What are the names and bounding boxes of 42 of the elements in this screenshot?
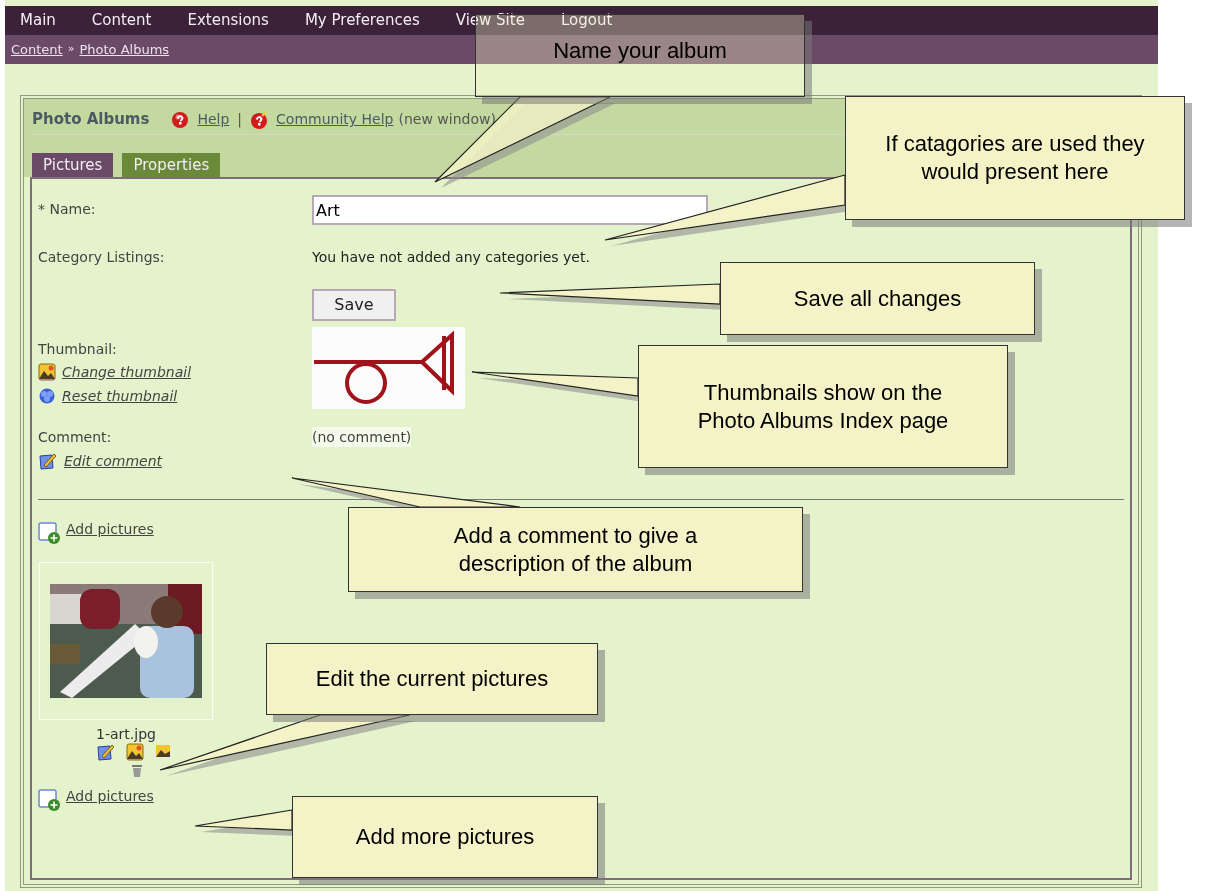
breadcrumb-separator: » [67,41,75,58]
help-link[interactable]: Community Help [276,109,394,130]
breadcrumb-link[interactable]: Content [11,39,63,60]
callout-tooltip: Add more pictures [292,796,598,878]
callout-tooltip: Edit the current pictures [266,643,598,715]
callout-tooltip: Save all changes [720,262,1035,335]
edit-comment-link[interactable]: Edit comment [64,450,163,472]
field-label: * Name: [38,201,96,217]
field-label: Thumbnail: [38,340,117,359]
panel-title: Photo Albums [32,109,150,131]
menu-item[interactable]: Main [20,9,56,32]
reset-icon [38,387,56,405]
tab[interactable]: Pictures [32,153,114,177]
name-field[interactable]: Art [312,195,708,225]
field-label: Category Listings: [38,249,165,265]
add-pictures-link[interactable]: Add pictures [66,518,154,540]
menu-item[interactable]: Logout [560,9,613,32]
help-icon [171,110,190,129]
trash-icon [131,765,143,777]
picture-icon [156,745,170,757]
field-label: Comment: [38,428,112,447]
menu-item[interactable]: Content [91,9,152,32]
help-link[interactable]: Help [197,109,230,130]
thumbnail-link[interactable]: Change thumbnail [62,361,192,383]
add-picture-icon [38,789,60,811]
edit-icon [38,451,58,471]
community-help-icon [250,110,269,129]
add-picture-icon [38,522,60,544]
callout-tooltip: If catagories are used they would present here [845,96,1185,220]
menu-item[interactable]: Extensions [187,9,269,32]
category-message: You have not added any categories yet. [312,248,590,267]
menu-item[interactable]: My Preferences [304,9,420,32]
link-separator: | [237,110,243,130]
window-note: (new window) [398,110,496,129]
comment-value: (no comment) [312,427,412,447]
callout-tooltip: Thumbnails show on the Photo Albums Index page [638,345,1008,468]
add-pictures-link[interactable]: Add pictures [66,785,154,807]
save-button[interactable]: Save [312,289,396,321]
thumbnail-link[interactable]: Reset thumbnail [62,385,178,407]
breadcrumb-link[interactable]: Photo Albums [79,39,170,60]
picture-icon [38,363,56,381]
file-name: 1-art.jpg [96,725,156,744]
